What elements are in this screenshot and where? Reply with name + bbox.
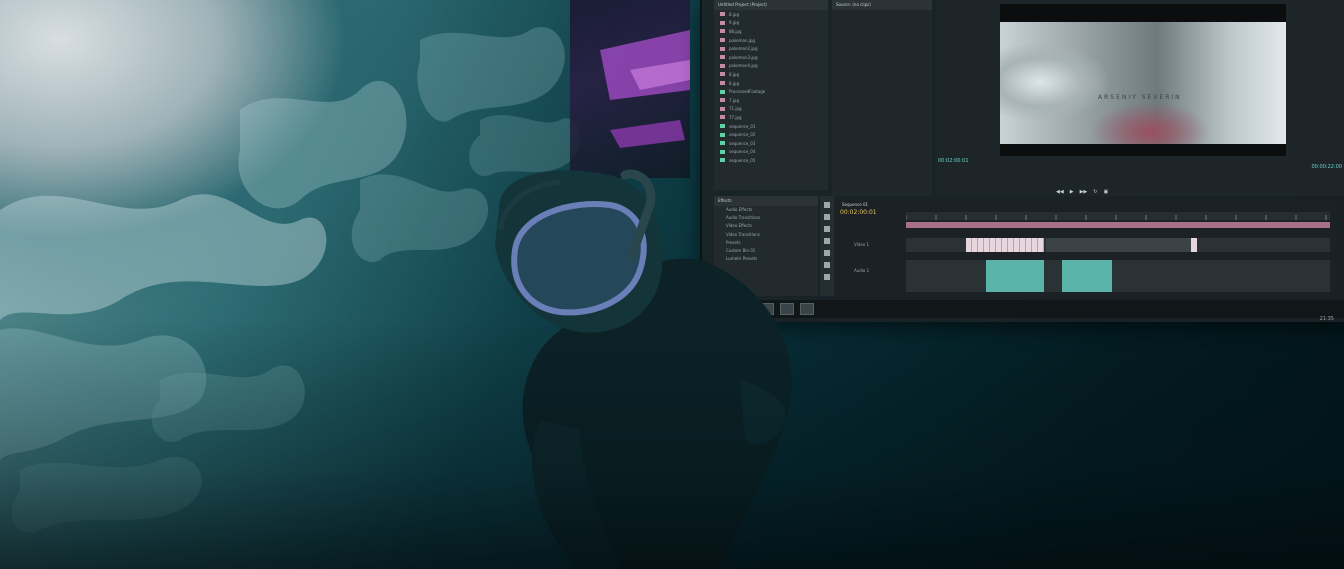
snorkel-mask — [511, 201, 647, 316]
underwater-scene: Untitled Project (Project) 8.jpg 9.jpg 88.… — [0, 0, 1344, 569]
snorkeler — [495, 169, 792, 569]
